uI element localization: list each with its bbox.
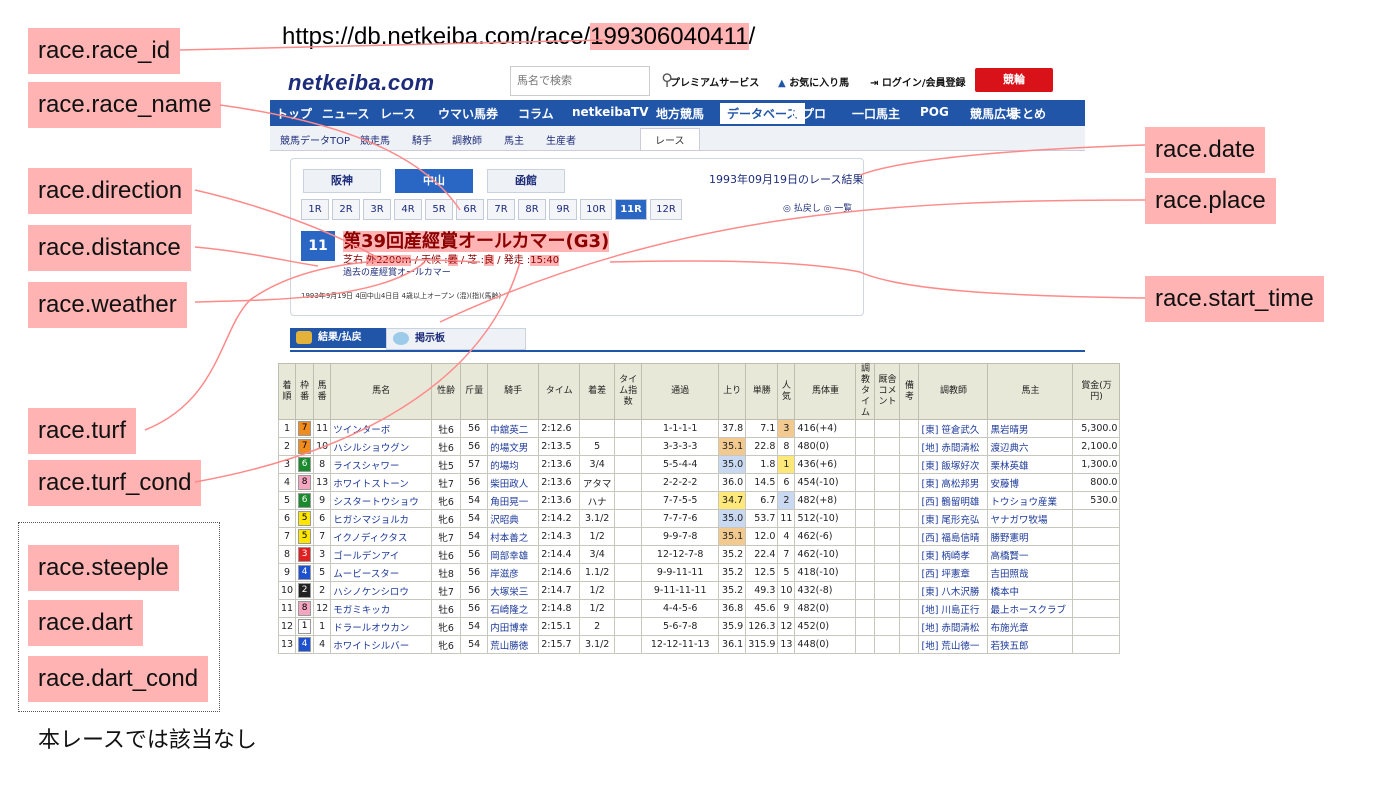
connector-date [859, 144, 1146, 176]
connector-turf-cond [194, 261, 521, 483]
connector-race-name [219, 104, 461, 211]
connector-weather [194, 261, 426, 303]
connector-race-id [179, 39, 606, 51]
connector-turf [144, 259, 481, 431]
connector-place [439, 199, 1146, 323]
connector-distance [194, 246, 319, 267]
connector-start-time [609, 260, 1146, 299]
connector-direction [194, 189, 379, 259]
annotation-connectors [144, 39, 1146, 483]
